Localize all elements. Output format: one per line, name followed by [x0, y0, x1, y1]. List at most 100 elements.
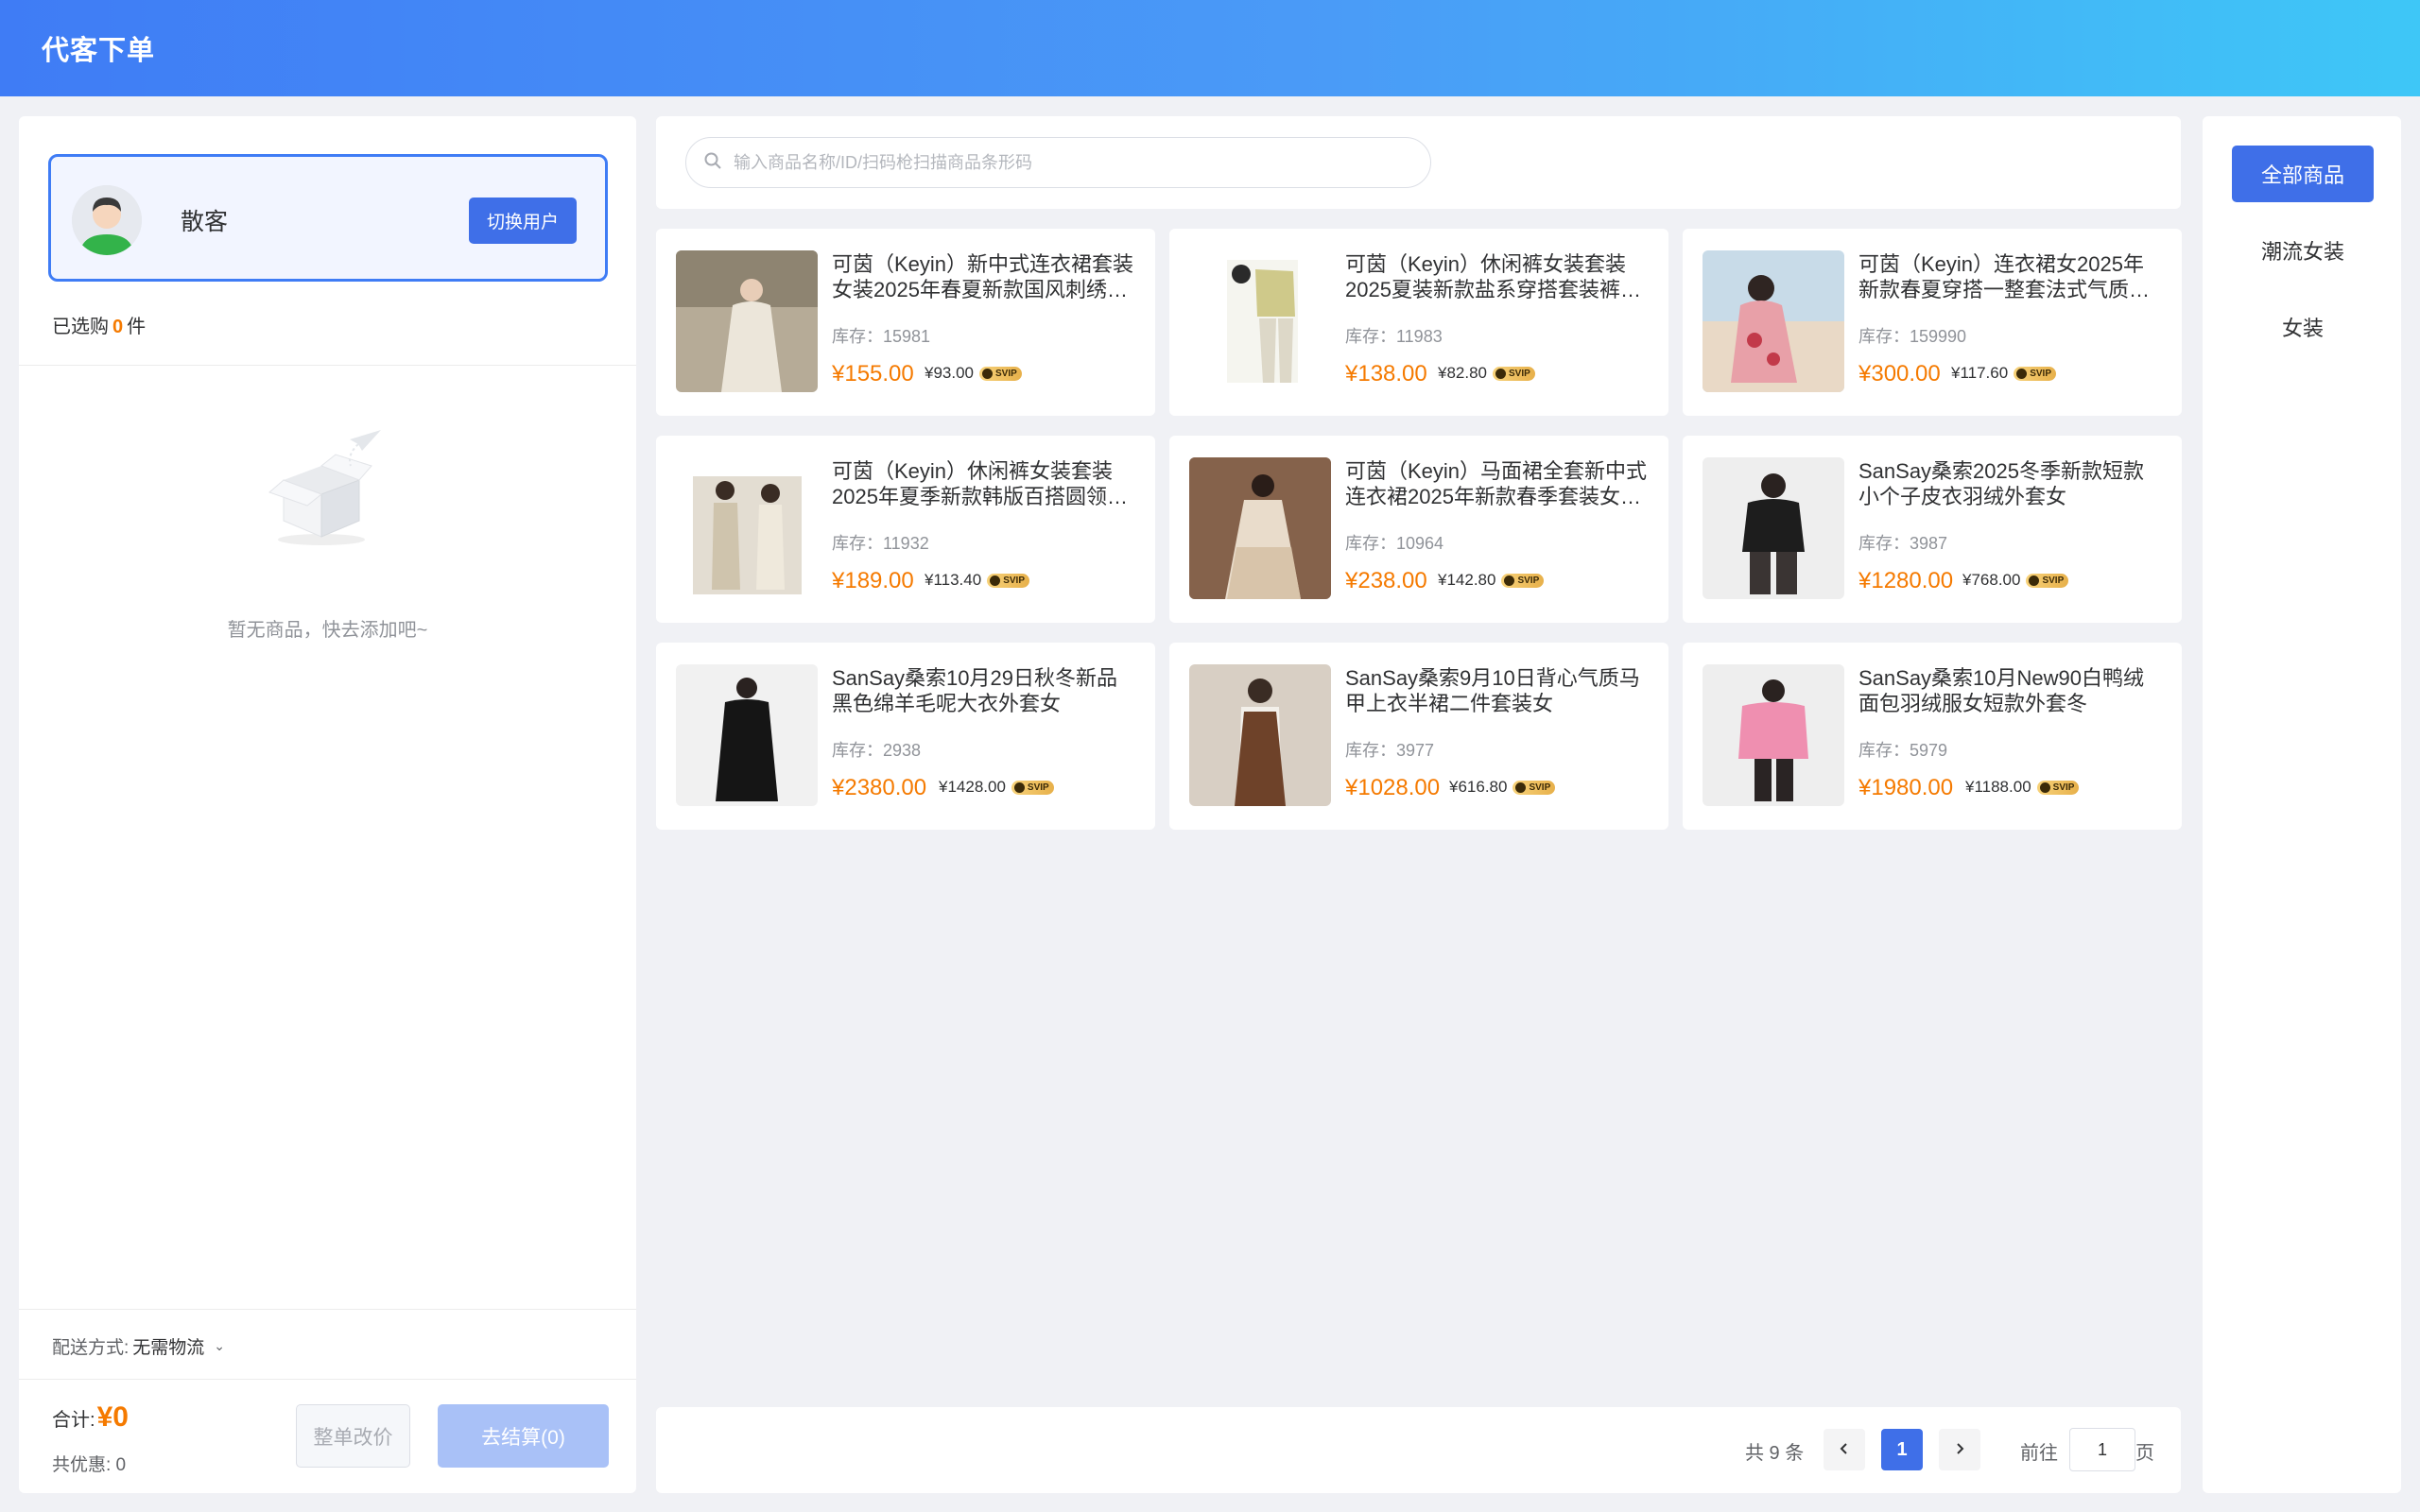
svip-icon: [1504, 575, 1515, 586]
product-image: [1189, 664, 1331, 806]
svip-badge: SVIP: [2014, 366, 2056, 381]
svip-icon: [1495, 368, 1506, 379]
search-icon: [703, 151, 722, 175]
product-name: SanSay桑索10月New90白鸭绒面包羽绒服女短款外套冬: [1858, 666, 2145, 715]
product-image: [676, 250, 818, 392]
pagination: 共 9 条 1 前往 页: [656, 1407, 2181, 1493]
vip-price: ¥82.80: [1438, 364, 1487, 382]
product-price: ¥1280.00: [1858, 568, 1954, 593]
vip-price: ¥616.80: [1449, 778, 1508, 796]
svip-icon: [1013, 782, 1025, 793]
product-name: 可茵（Keyin）新中式连衣裙套装女装2025年春夏新款国风刺绣温柔…: [832, 252, 1134, 301]
delivery-label: 配送方式:: [52, 1338, 130, 1358]
product-card[interactable]: 可茵（Keyin）马面裙全套新中式连衣裙2025年新款春季套装女国… 库存：10…: [1169, 436, 1668, 623]
product-image: [1703, 664, 1844, 806]
product-name: SanSay桑索9月10日背心气质马甲上衣半裙二件套装女: [1345, 666, 1640, 715]
next-page-button[interactable]: [1939, 1429, 1980, 1470]
goto-page-input[interactable]: [2069, 1428, 2135, 1471]
product-image: [1703, 457, 1844, 599]
chevron-right-icon: [1953, 1439, 1966, 1461]
selected-suffix: 件: [127, 317, 147, 337]
product-image: [1189, 457, 1331, 599]
svip-icon: [2039, 782, 2050, 793]
vip-price-group: ¥117.60 SVIP: [1951, 364, 2056, 383]
delivery-select[interactable]: 配送方式: 无需物流 ⌄: [52, 1333, 225, 1359]
svip-text: SVIP: [2042, 575, 2065, 586]
product-stock: 库存：15981: [832, 327, 931, 346]
vip-price: ¥117.60: [1951, 364, 2009, 382]
vip-price-group: ¥93.00 SVIP: [925, 364, 1022, 383]
product-stock: 库存：3987: [1858, 534, 1948, 553]
adjust-price-button[interactable]: 整单改价: [296, 1404, 410, 1468]
product-price: ¥1028.00: [1345, 775, 1441, 800]
product-price: ¥189.00: [832, 568, 914, 593]
checkout-button[interactable]: 去结算(0): [438, 1404, 609, 1468]
product-price: ¥2380.00: [832, 775, 927, 800]
page-title: 代客下单: [42, 36, 156, 66]
category-women[interactable]: 女装: [2232, 299, 2374, 355]
svip-icon: [2016, 368, 2028, 379]
svip-text: SVIP: [1529, 782, 1551, 793]
product-card[interactable]: 可茵（Keyin）新中式连衣裙套装女装2025年春夏新款国风刺绣温柔… 库存：1…: [656, 229, 1155, 416]
category-trend-women[interactable]: 潮流女装: [2232, 222, 2374, 279]
delivery-value: 无需物流: [132, 1338, 205, 1358]
product-price: ¥155.00: [832, 361, 914, 387]
vip-price-group: ¥1428.00 SVIP: [939, 778, 1054, 797]
product-name: SanSay桑索10月29日秋冬新品黑色绵羊毛呢大衣外套女: [832, 666, 1117, 715]
svip-text: SVIP: [2052, 782, 2075, 793]
page-button-current[interactable]: 1: [1881, 1429, 1923, 1470]
top-bar: 代客下单: [0, 0, 2420, 96]
svip-badge: SVIP: [1011, 780, 1054, 795]
product-stock: 库存：3977: [1345, 741, 1435, 760]
selected-count: 已选购 0 件: [52, 311, 146, 338]
vip-price-group: ¥142.80 SVIP: [1438, 571, 1545, 590]
customer-card: 散客 切换用户: [48, 154, 608, 282]
svip-icon: [1515, 782, 1527, 793]
vip-price: ¥1188.00: [1965, 778, 2031, 796]
product-name: 可茵（Keyin）连衣裙女2025年新款春夏穿搭一整套法式气质开衫…: [1858, 252, 2151, 301]
discount-total: 共优惠: 0: [52, 1455, 127, 1475]
search-box[interactable]: [685, 137, 1431, 188]
total: 合计:¥0: [52, 1401, 129, 1434]
svip-text: SVIP: [1509, 368, 1530, 379]
product-stock: 库存：5979: [1858, 741, 1948, 760]
prev-page-button[interactable]: [1824, 1429, 1865, 1470]
product-name: 可茵（Keyin）休闲裤女装套装2025夏装新款盐系穿搭套装裤小…: [1345, 252, 1627, 301]
goto-label: 前往: [2020, 1443, 2058, 1464]
svip-badge: SVIP: [1501, 573, 1545, 588]
selected-prefix: 已选购: [52, 317, 109, 337]
vip-price: ¥93.00: [925, 364, 974, 382]
product-card[interactable]: 可茵（Keyin）休闲裤女装套装2025年夏季新款韩版百搭圆领短… 库存：119…: [656, 436, 1155, 623]
product-image: [1703, 250, 1844, 392]
svip-text: SVIP: [995, 368, 1017, 379]
empty-cart-text: 暂无商品，快去添加吧~: [227, 620, 428, 641]
selected-number: 0: [112, 317, 124, 337]
svip-text: SVIP: [1003, 575, 1025, 586]
empty-box-icon: [260, 428, 392, 551]
switch-user-button[interactable]: 切换用户: [469, 198, 577, 244]
product-image: [676, 664, 818, 806]
product-name: 可茵（Keyin）马面裙全套新中式连衣裙2025年新款春季套装女国…: [1345, 459, 1648, 508]
product-card[interactable]: 可茵（Keyin）休闲裤女装套装2025夏装新款盐系穿搭套装裤小… 库存：119…: [1169, 229, 1668, 416]
search-input[interactable]: [734, 152, 1414, 173]
pagination-total: 共 9 条: [1745, 1443, 1805, 1464]
product-card[interactable]: SanSay桑索2025冬季新款短款小个子皮衣羽绒外套女 库存：3987 ¥12…: [1683, 436, 2182, 623]
category-all[interactable]: 全部商品: [2232, 146, 2374, 202]
cart-panel: 散客 切换用户 已选购 0 件 暂无商品，快去添加吧~ 配送方式: 无需物流 ⌄ 合…: [19, 116, 636, 1493]
avatar: [72, 185, 142, 255]
svip-badge: SVIP: [1512, 780, 1556, 795]
product-card[interactable]: SanSay桑索10月29日秋冬新品黑色绵羊毛呢大衣外套女 库存：2938 ¥2…: [656, 643, 1155, 830]
goto-unit: 页: [2135, 1443, 2154, 1464]
product-card[interactable]: SanSay桑索10月New90白鸭绒面包羽绒服女短款外套冬 库存：5979 ¥…: [1683, 643, 2182, 830]
product-stock: 库存：2938: [832, 741, 922, 760]
product-card[interactable]: SanSay桑索9月10日背心气质马甲上衣半裙二件套装女 库存：3977 ¥10…: [1169, 643, 1668, 830]
product-price: ¥238.00: [1345, 568, 1427, 593]
product-image: [676, 457, 818, 599]
product-stock: 库存：159990: [1858, 327, 1967, 346]
product-name: 可茵（Keyin）休闲裤女装套装2025年夏季新款韩版百搭圆领短…: [832, 459, 1114, 508]
divider: [19, 365, 636, 366]
product-price: ¥300.00: [1858, 361, 1941, 387]
product-card[interactable]: 可茵（Keyin）连衣裙女2025年新款春夏穿搭一整套法式气质开衫… 库存：15…: [1683, 229, 2182, 416]
vip-price: ¥1428.00: [939, 778, 1006, 796]
product-stock: 库存：11932: [832, 534, 929, 553]
